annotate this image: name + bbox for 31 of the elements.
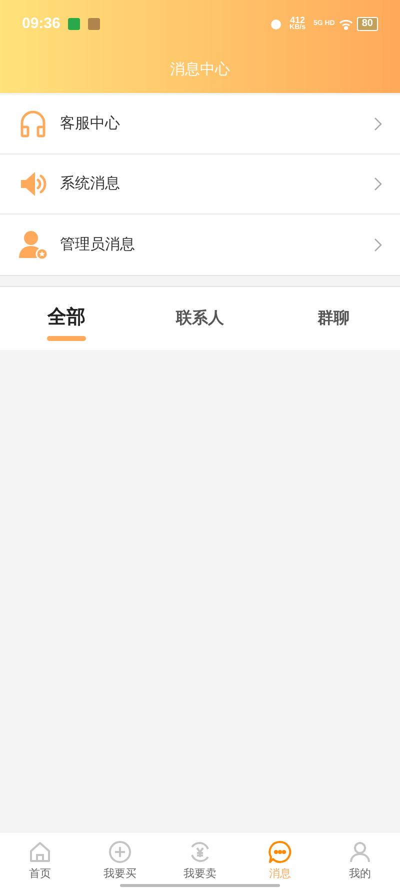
menu-item[interactable]: 管理员消息 [0,215,400,275]
plus-circle-icon [108,840,132,864]
nav-item[interactable]: 我要卖 [160,833,240,889]
wifi-icon [338,18,353,30]
tab[interactable]: 群聊 [266,287,400,350]
chevron-right-icon [374,238,382,252]
menu-label: 管理员消息 [60,234,135,255]
tab[interactable]: 联系人 [133,287,267,350]
chat-bubble-icon [268,840,292,864]
chevron-right-icon [374,177,382,191]
tab-indicator [47,336,86,341]
home-icon [28,840,52,864]
menu-label: 客服中心 [60,114,120,134]
nav-item[interactable]: 我的 [320,833,400,889]
battery-indicator: 80 [356,17,378,31]
headphones-icon [19,110,47,138]
menu-item[interactable]: 客服中心 [0,95,400,155]
chevron-right-icon [374,117,382,131]
speaker-icon [19,170,47,198]
user-icon [348,840,372,864]
tab[interactable]: 全部 [0,287,134,350]
app-icon [68,18,80,30]
menu-item[interactable]: 系统消息 [0,155,400,215]
admin-user-icon [18,230,48,260]
nav-item[interactable]: 首页 [0,833,80,889]
app-icon [88,18,100,30]
menu-label: 系统消息 [60,174,120,194]
page-title: 消息中心 [170,60,230,80]
status-time: 09:36 [22,14,60,34]
nav-item[interactable]: 我要买 [80,833,160,889]
network-speed: 412 [290,16,305,24]
